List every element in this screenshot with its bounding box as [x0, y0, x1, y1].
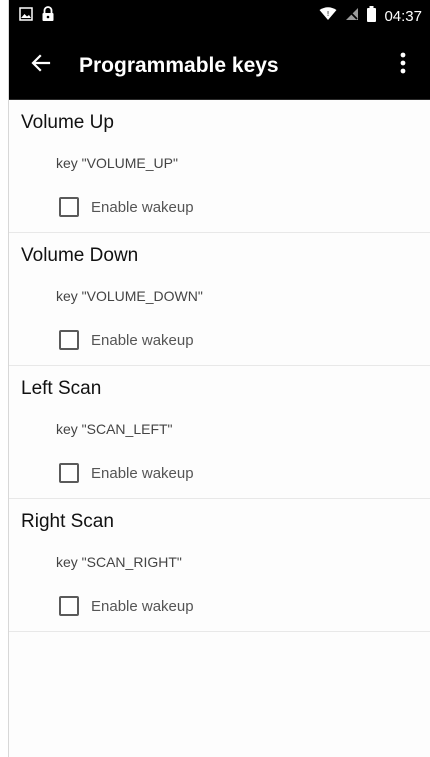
back-button[interactable]: [21, 46, 61, 86]
page-title: Programmable keys: [79, 53, 279, 77]
arrow-left-icon: [31, 53, 51, 78]
key-code: key "SCAN_RIGHT": [56, 554, 182, 570]
enable-wakeup-option[interactable]: Enable wakeup: [59, 197, 194, 217]
battery-icon: [367, 5, 377, 27]
key-title: Volume Up: [21, 112, 114, 133]
more-vert-icon: [400, 52, 406, 79]
key-item-left-scan: Left Scan key "SCAN_LEFT" Enable wakeup: [9, 366, 430, 499]
status-time: 04:37: [384, 7, 422, 25]
key-item-volume-down: Volume Down key "VOLUME_DOWN" Enable wak…: [9, 233, 430, 366]
enable-wakeup-checkbox[interactable]: [59, 197, 79, 217]
key-title: Left Scan: [21, 378, 102, 399]
svg-text:!: !: [327, 10, 330, 18]
enable-wakeup-option[interactable]: Enable wakeup: [59, 463, 194, 483]
lock-icon: [41, 5, 55, 27]
status-left: [19, 5, 55, 27]
key-code: key "VOLUME_UP": [56, 155, 178, 171]
key-item-volume-up: Volume Up key "VOLUME_UP" Enable wakeup: [9, 100, 430, 233]
key-list: Volume Up key "VOLUME_UP" Enable wakeup …: [9, 100, 430, 632]
enable-wakeup-checkbox[interactable]: [59, 463, 79, 483]
enable-wakeup-checkbox[interactable]: [59, 596, 79, 616]
key-code: key "VOLUME_DOWN": [56, 288, 203, 304]
enable-wakeup-option[interactable]: Enable wakeup: [59, 596, 194, 616]
enable-wakeup-label: Enable wakeup: [91, 464, 194, 482]
app-frame: ! 04:37 Programmable keys Volume Up key …: [8, 0, 430, 757]
enable-wakeup-label: Enable wakeup: [91, 198, 194, 216]
status-right: ! 04:37: [319, 5, 422, 27]
image-icon: [19, 6, 33, 26]
key-title: Right Scan: [21, 511, 114, 532]
enable-wakeup-label: Enable wakeup: [91, 331, 194, 349]
enable-wakeup-label: Enable wakeup: [91, 597, 194, 615]
key-code: key "SCAN_LEFT": [56, 421, 173, 437]
enable-wakeup-checkbox[interactable]: [59, 330, 79, 350]
enable-wakeup-option[interactable]: Enable wakeup: [59, 330, 194, 350]
key-title: Volume Down: [21, 245, 139, 266]
status-bar: ! 04:37: [9, 0, 430, 32]
app-bar: Programmable keys: [9, 32, 430, 100]
overflow-menu-button[interactable]: [388, 46, 418, 86]
wifi-icon: !: [319, 6, 337, 26]
key-item-right-scan: Right Scan key "SCAN_RIGHT" Enable wakeu…: [9, 499, 430, 632]
no-signal-icon: [345, 7, 359, 26]
